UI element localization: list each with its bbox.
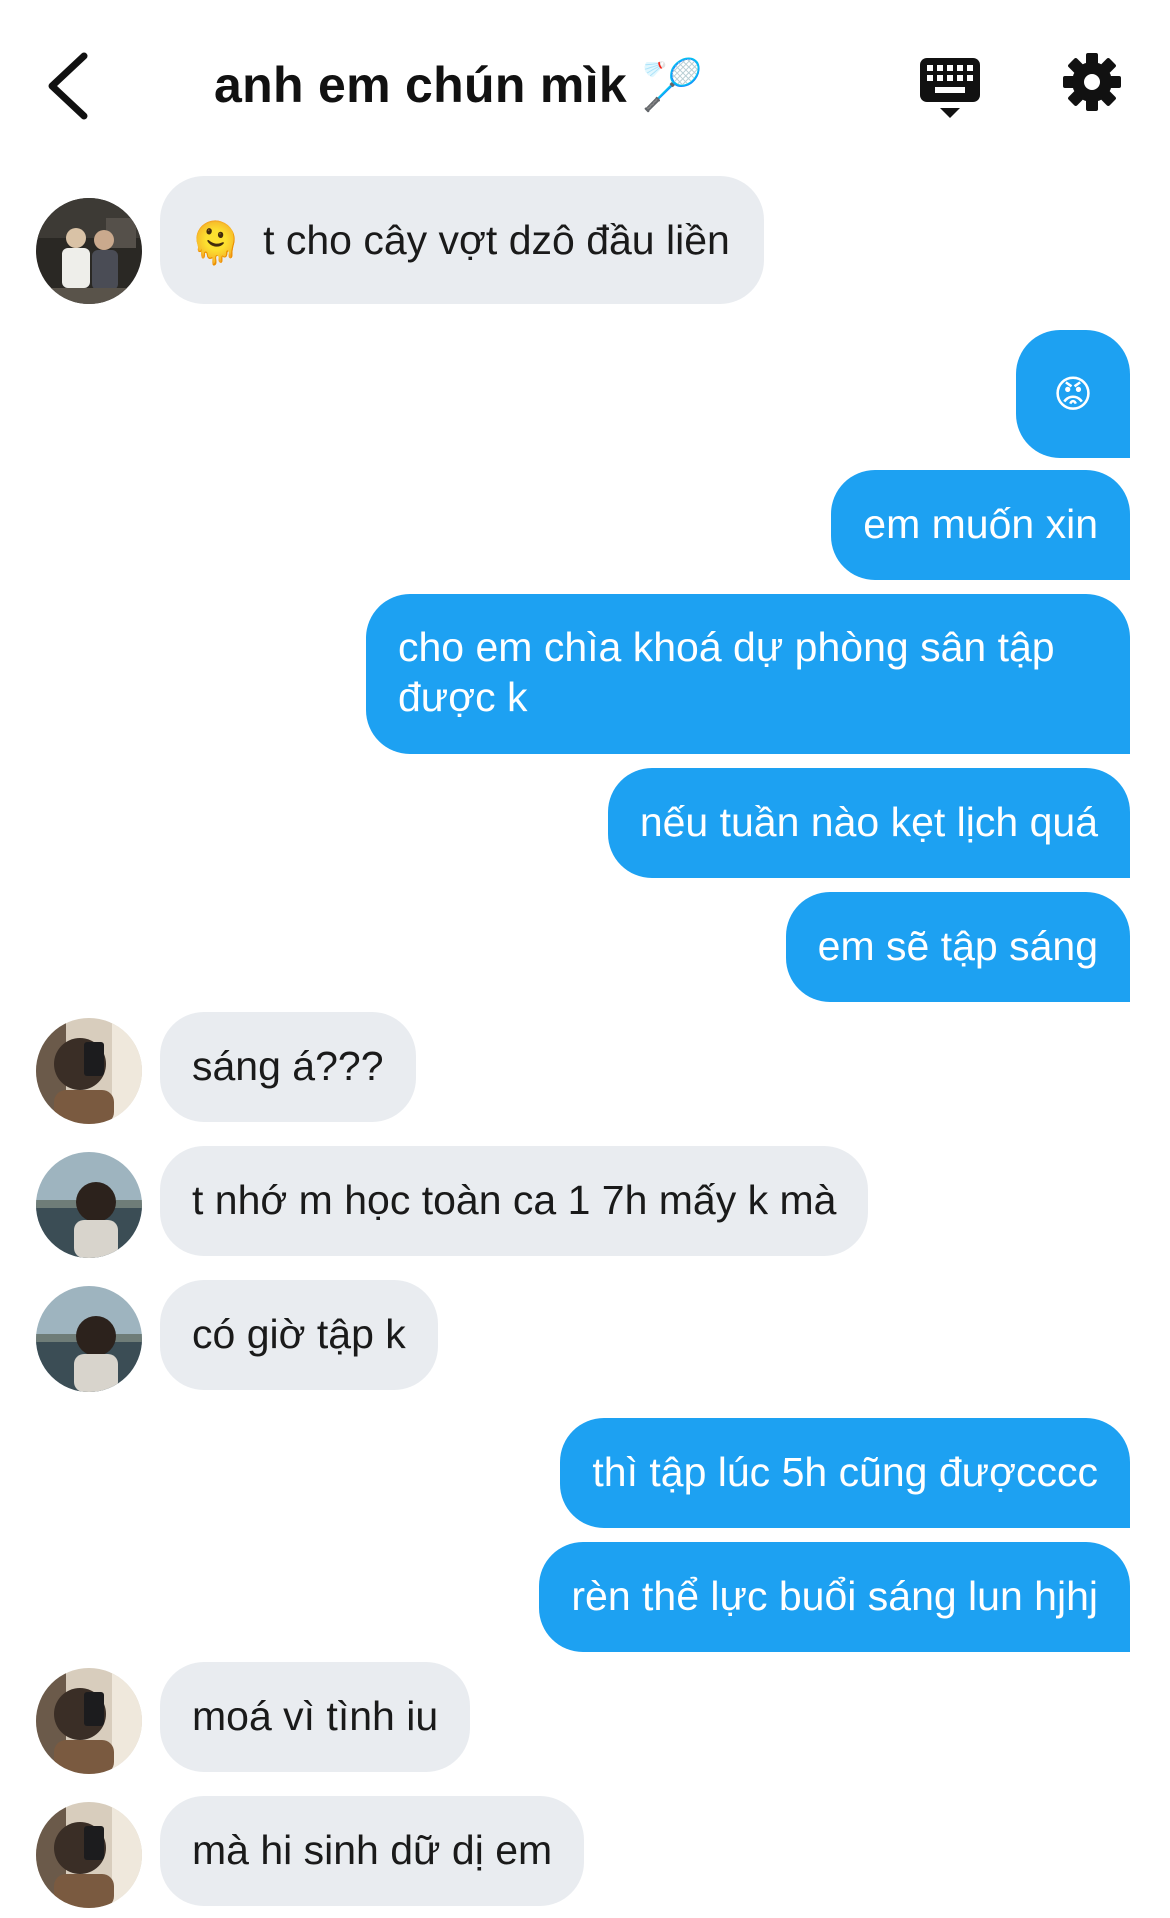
chat-title: anh em chún mìk 🏸: [214, 56, 704, 115]
message-text: t cho cây vợt dzô đầu liền: [263, 217, 730, 263]
lakeside-avatar-image: [36, 1152, 142, 1258]
keyboard-icon: [920, 58, 980, 118]
gear-icon: [1063, 53, 1121, 111]
avatar[interactable]: [36, 1152, 142, 1258]
message-bubble-outgoing[interactable]: cho em chìa khoá dự phòng sân tập được k: [366, 594, 1130, 754]
message-text: cho em chìa khoá dự phòng sân tập được k: [398, 624, 1055, 720]
back-button[interactable]: [40, 48, 100, 124]
message-text: nếu tuần nào kẹt lịch quá: [639, 799, 1098, 845]
message-text: t nhớ m học toàn ca 1 7h mấy k mà: [192, 1177, 837, 1223]
melting-face-emoji: 🫠: [190, 220, 242, 267]
back-chevron-icon: [48, 52, 88, 120]
message-text: moá vì tình iu: [192, 1693, 439, 1739]
avatar[interactable]: [36, 1668, 142, 1774]
avatar[interactable]: [36, 198, 142, 304]
group-photo-avatar-image: [36, 198, 142, 304]
lakeside-avatar-image: [36, 1286, 142, 1392]
avatar[interactable]: [36, 1802, 142, 1908]
message-bubble-incoming[interactable]: mà hi sinh dữ dị em: [160, 1796, 585, 1906]
message-text: em sẽ tập sáng: [817, 923, 1098, 969]
message-text: sáng á???: [192, 1043, 384, 1089]
message-text: mà hi sinh dữ dị em: [192, 1827, 553, 1873]
message-text: rèn thể lực buổi sáng lun hjhj: [571, 1573, 1098, 1619]
message-bubble-outgoing[interactable]: thì tập lúc 5h cũng đượcccc: [560, 1418, 1130, 1528]
badminton-emoji: 🏸: [641, 57, 704, 113]
message-bubble-outgoing[interactable]: em muốn xin: [831, 470, 1130, 580]
message-bubble-outgoing[interactable]: 😡: [1016, 330, 1130, 458]
chat-title-text: anh em chún mìk: [214, 57, 627, 113]
message-text: có giờ tập k: [192, 1311, 406, 1357]
message-text: em muốn xin: [863, 501, 1098, 547]
mirror-selfie-avatar-image: [36, 1668, 142, 1774]
message-bubble-outgoing[interactable]: nếu tuần nào kẹt lịch quá: [607, 768, 1130, 878]
message-bubble-incoming[interactable]: 🫠 t cho cây vợt dzô đầu liền: [160, 176, 764, 304]
message-bubble-outgoing[interactable]: em sẽ tập sáng: [785, 892, 1130, 1002]
settings-button[interactable]: [1062, 52, 1122, 112]
message-bubble-incoming[interactable]: t nhớ m học toàn ca 1 7h mấy k mà: [160, 1146, 869, 1256]
mirror-selfie-avatar-image: [36, 1018, 142, 1124]
message-bubble-outgoing[interactable]: rèn thể lực buổi sáng lun hjhj: [539, 1542, 1130, 1652]
mirror-selfie-avatar-image: [36, 1802, 142, 1908]
angry-face-emoji: 😡: [1053, 374, 1093, 416]
message-bubble-incoming[interactable]: sáng á???: [160, 1012, 416, 1122]
avatar[interactable]: [36, 1018, 142, 1124]
avatar[interactable]: [36, 1286, 142, 1392]
message-bubble-incoming[interactable]: moá vì tình iu: [160, 1662, 471, 1772]
keyboard-button[interactable]: [918, 56, 982, 122]
chat-header: anh em chún mìk 🏸: [0, 0, 1170, 170]
message-text: thì tập lúc 5h cũng đượcccc: [592, 1449, 1098, 1495]
message-bubble-incoming[interactable]: có giờ tập k: [160, 1280, 438, 1390]
